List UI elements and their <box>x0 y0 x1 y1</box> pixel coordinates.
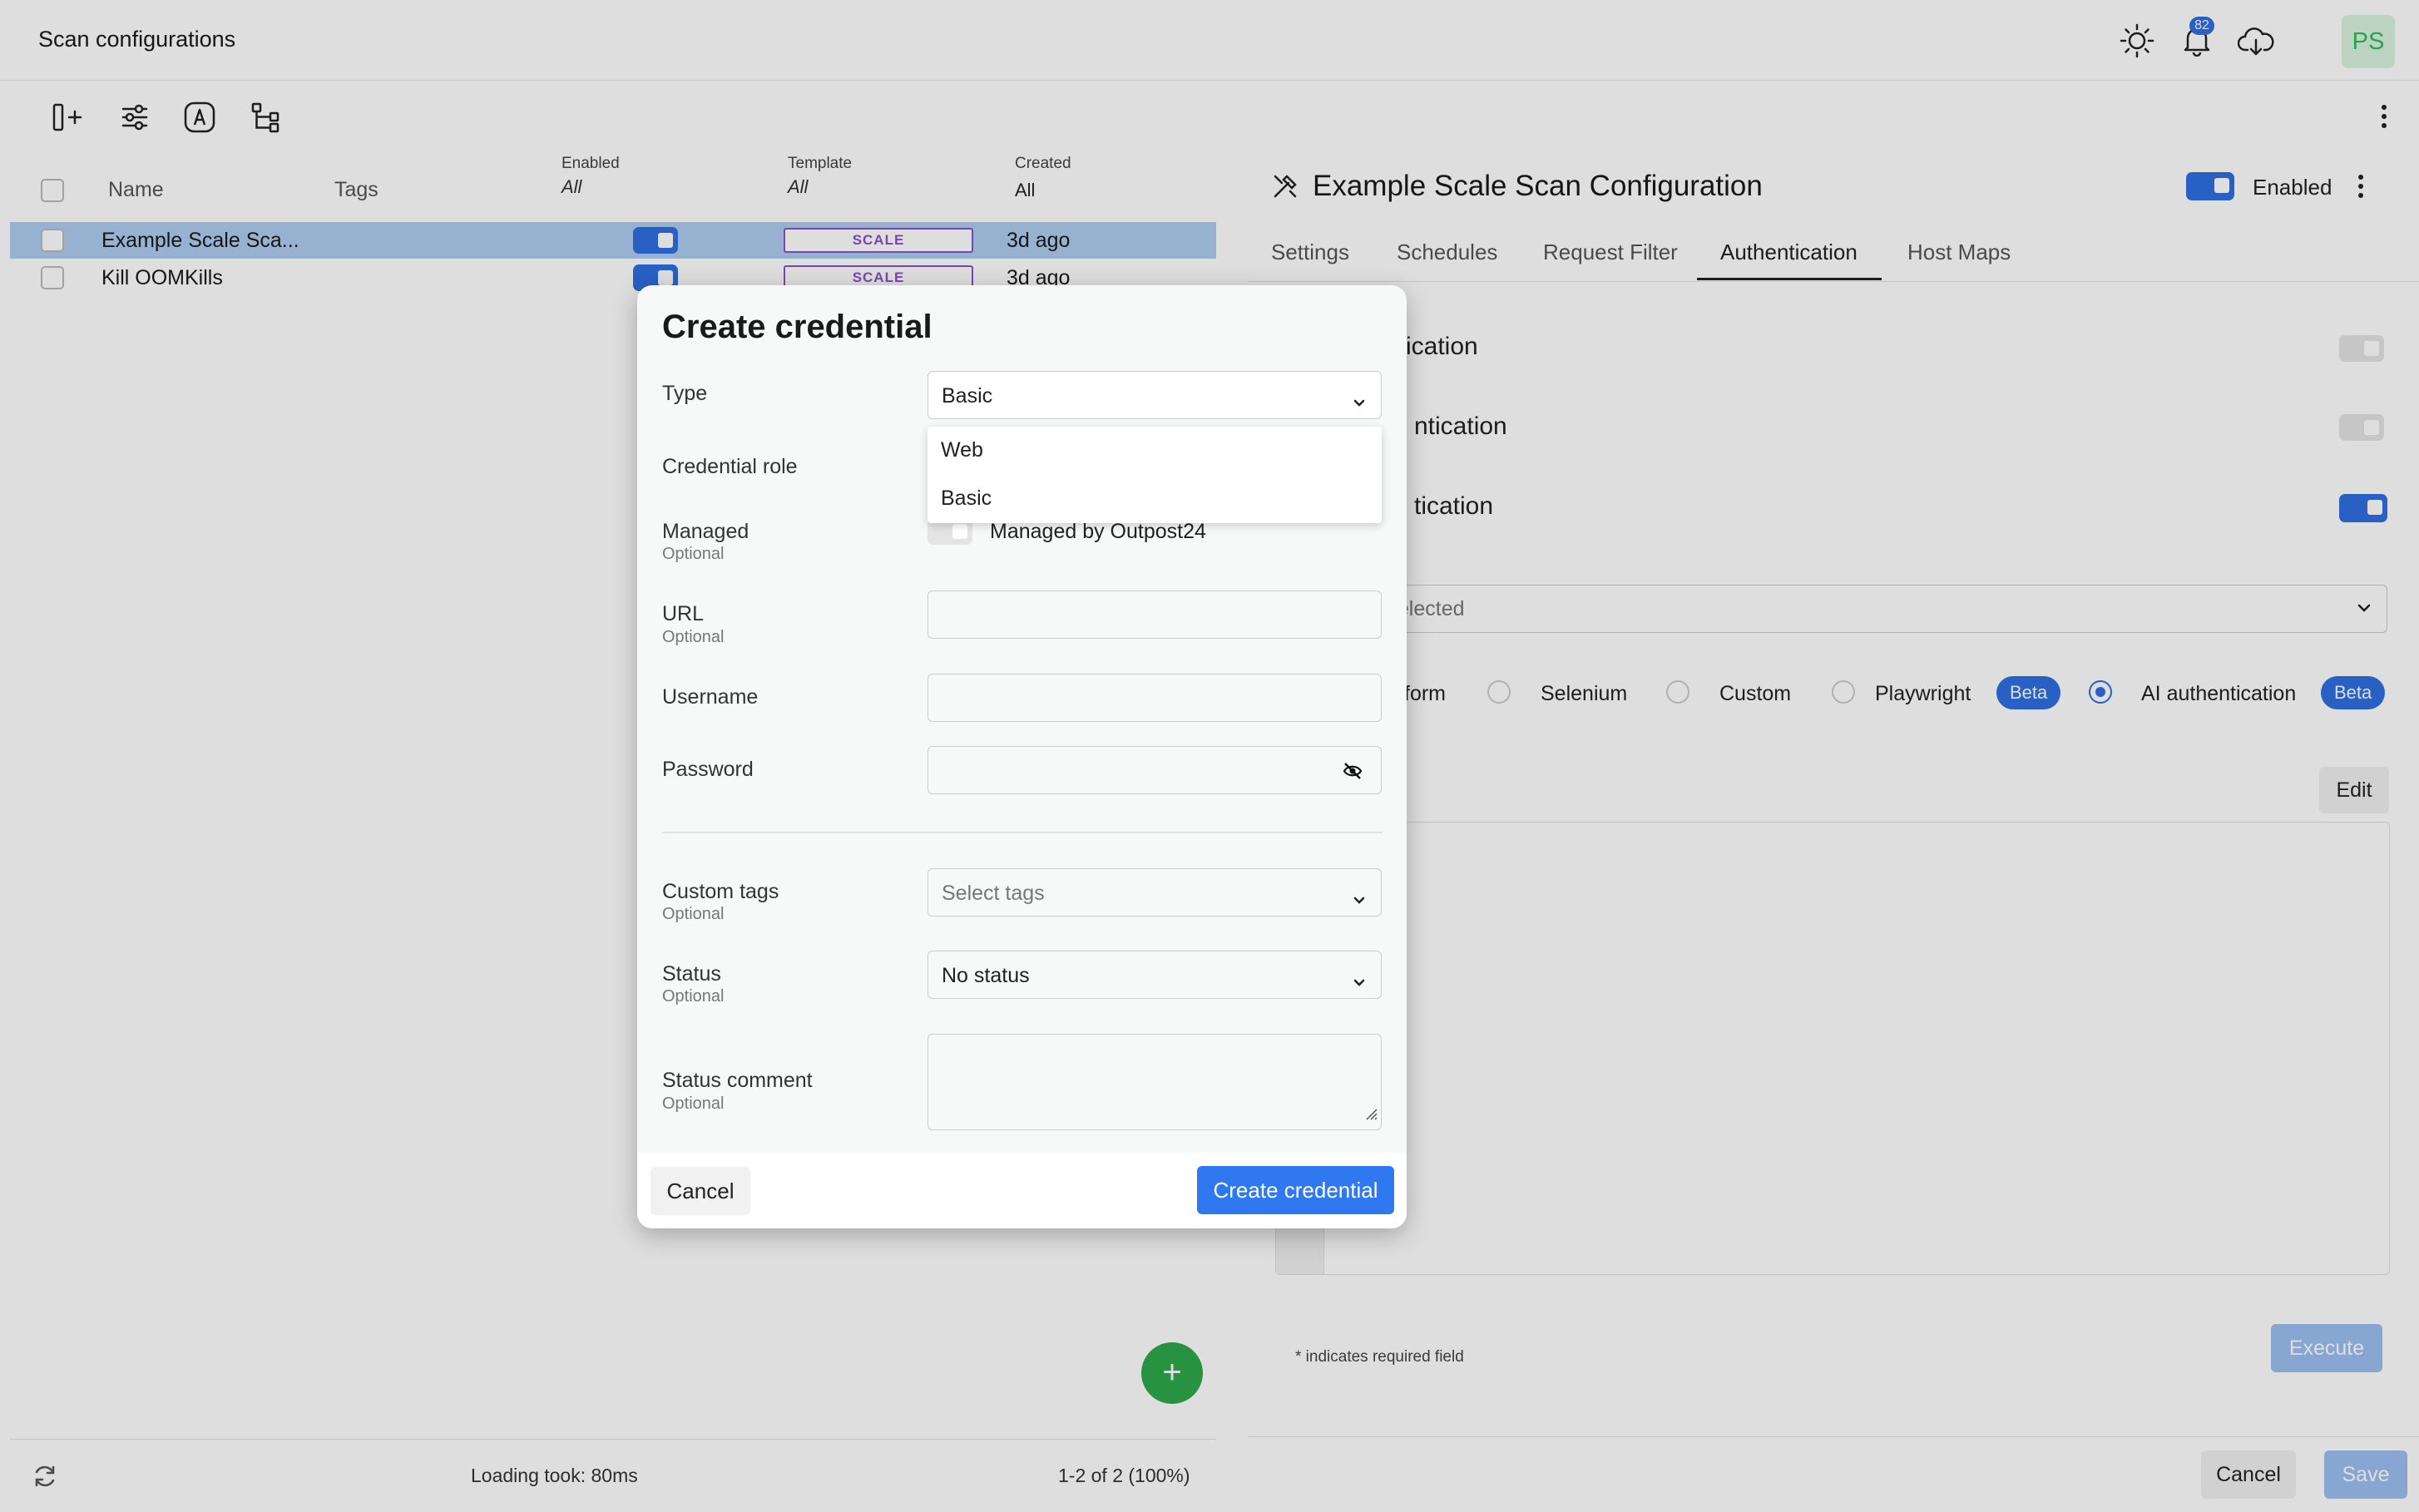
password-label: Password <box>662 758 754 781</box>
create-credential-dialog: Create credential Type Basic Credential … <box>637 285 1407 1228</box>
username-label: Username <box>662 685 759 709</box>
type-select-value: Basic <box>942 384 993 408</box>
status-label: Status <box>662 962 721 986</box>
status-optional: Optional <box>662 987 725 1006</box>
url-optional: Optional <box>662 628 725 646</box>
url-input[interactable] <box>928 590 1382 639</box>
type-dropdown-menu: Web Basic <box>928 427 1382 523</box>
cancel-button[interactable]: Cancel <box>651 1167 750 1215</box>
status-comment-textarea[interactable] <box>928 1034 1382 1130</box>
type-label: Type <box>662 382 708 405</box>
chevron-down-icon <box>1353 390 1366 414</box>
section-divider <box>662 832 1383 833</box>
dialog-footer: Cancel Create credential <box>637 1153 1407 1228</box>
dialog-title: Create credential <box>662 309 932 345</box>
resize-handle-icon[interactable] <box>1365 1103 1378 1127</box>
status-comment-label: Status comment <box>662 1069 813 1092</box>
status-select[interactable]: No status <box>928 951 1382 999</box>
status-select-value: No status <box>942 964 1030 987</box>
chevron-down-icon <box>1353 970 1366 994</box>
create-credential-button[interactable]: Create credential <box>1197 1166 1394 1214</box>
credential-role-label: Credential role <box>662 455 798 478</box>
url-label: URL <box>662 602 705 625</box>
tags-placeholder: Select tags <box>942 882 1045 905</box>
status-comment-optional: Optional <box>662 1094 725 1113</box>
custom-tags-optional: Optional <box>662 905 725 923</box>
chevron-down-icon <box>1353 887 1366 912</box>
eye-off-icon[interactable] <box>1343 762 1363 786</box>
type-select[interactable]: Basic <box>928 371 1382 419</box>
password-input[interactable] <box>928 746 1382 794</box>
managed-optional: Optional <box>662 545 725 563</box>
managed-toggle-label: Managed by Outpost24 <box>990 520 1206 543</box>
managed-label: Managed <box>662 520 749 543</box>
username-input[interactable] <box>928 674 1382 722</box>
tags-select[interactable]: Select tags <box>928 868 1382 917</box>
dropdown-option-basic[interactable]: Basic <box>941 487 992 511</box>
custom-tags-label: Custom tags <box>662 880 779 903</box>
dropdown-option-web[interactable]: Web <box>941 438 983 462</box>
